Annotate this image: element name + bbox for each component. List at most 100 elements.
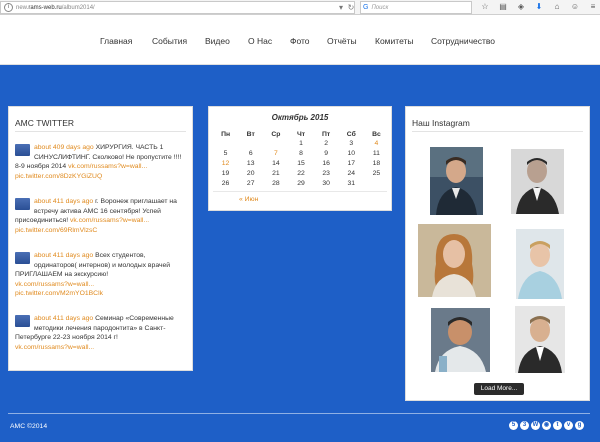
calendar-week: 12 13 14 15 16 17 18 — [213, 159, 389, 169]
footer-icons: 5 3 W ◉ t v g — [509, 421, 584, 430]
calendar-day: 23 — [322, 169, 330, 177]
calendar-day: 15 — [297, 159, 305, 167]
man-portrait-photo — [431, 308, 490, 372]
nav-item-reports[interactable]: Отчёты — [327, 36, 357, 46]
calendar-day: 17 — [347, 159, 356, 167]
calendar-day: 18 — [372, 159, 381, 167]
calendar-day: 22 — [297, 169, 305, 177]
load-more-button[interactable]: Load More... — [474, 383, 524, 395]
search-engine-icon: G — [363, 4, 369, 11]
g-icon[interactable]: g — [575, 421, 584, 430]
calendar-day: 13 — [246, 159, 255, 167]
calendar-day: 10 — [347, 150, 356, 158]
calendar-week: 26 27 28 29 30 31 — [213, 178, 389, 188]
calendar-day: 8 — [299, 150, 303, 158]
calendar-day: 11 — [372, 150, 380, 158]
css3-icon[interactable]: 3 — [520, 421, 529, 430]
calendar-day: 26 — [221, 179, 230, 187]
download-icon[interactable]: ⬇ — [534, 2, 544, 12]
tweet-link[interactable]: vk.com/russams?w=wall... — [15, 281, 94, 288]
nav-item-events[interactable]: События — [152, 36, 187, 46]
divider — [15, 131, 186, 132]
tweet-item: about 411 days ago Семинар «Современные … — [15, 314, 187, 352]
calendar-weekday: Пн — [221, 130, 231, 138]
twitter-avatar — [15, 198, 30, 210]
instagram-photo[interactable] — [418, 224, 491, 297]
calendar-day: 27 — [246, 179, 255, 187]
doctor-portrait-photo — [516, 229, 564, 299]
tweet-time-link[interactable]: about 411 days ago — [34, 198, 93, 205]
twitter-avatar — [15, 252, 30, 264]
instagram-photo[interactable] — [515, 306, 565, 373]
footer-divider — [8, 413, 590, 414]
pocket-icon[interactable]: ◈ — [516, 2, 526, 12]
calendar-day: 1 — [299, 140, 303, 148]
star-icon[interactable]: ☆ — [480, 2, 490, 12]
instagram-widget-title: Наш Instagram — [412, 118, 470, 128]
calendar-day: 6 — [248, 150, 253, 158]
browser-toolbar: i new.rams-web.ru/album2014/ ▾ ↻ G Поиск… — [0, 0, 600, 15]
calendar-day: 2 — [324, 140, 329, 148]
search-bar[interactable]: G Поиск — [360, 1, 472, 14]
dropdown-arrow-icon[interactable]: ▾ — [336, 3, 346, 13]
chat-icon[interactable]: ☺ — [570, 2, 580, 12]
twitter-avatar — [15, 144, 30, 156]
calendar-day[interactable]: 12 — [213, 159, 238, 169]
calendar-day: 21 — [272, 169, 280, 177]
html5-icon[interactable]: 5 — [509, 421, 518, 430]
calendar-weekday: Вс — [372, 130, 381, 138]
nav-item-committees[interactable]: Комитеты — [375, 36, 414, 46]
globe-icon: i — [4, 3, 13, 12]
instagram-photo[interactable] — [431, 308, 490, 372]
instagram-photo[interactable] — [511, 149, 564, 214]
calendar-day: 25 — [372, 169, 381, 177]
nav-item-cooperation[interactable]: Сотрудничество — [431, 36, 495, 46]
tweet-time-link[interactable]: about 411 days ago — [34, 252, 93, 259]
calendar-week: 1 2 3 4 — [213, 139, 389, 149]
url-bar[interactable]: i new.rams-web.ru/album2014/ ▾ ↻ — [0, 1, 355, 14]
tweet-link[interactable]: vk.com/russams?w=wall... — [70, 217, 149, 224]
calendar-day: 29 — [297, 179, 305, 187]
wordpress-icon[interactable]: W — [531, 421, 540, 430]
calendar-day: 19 — [221, 169, 230, 177]
nav-item-video[interactable]: Видео — [205, 36, 230, 46]
tweet-pic-link[interactable]: pic.twitter.com/8DzKYGiZUQ — [15, 173, 102, 180]
calendar-week: 19 20 21 22 23 24 25 — [213, 168, 389, 178]
twitter-widget-title: АМС TWITTER — [15, 118, 75, 128]
tweet-link[interactable]: vk.com/russams?w=wall... — [15, 344, 94, 351]
home-icon[interactable]: ⌂ — [552, 2, 562, 12]
instagram-photo[interactable] — [516, 229, 564, 299]
tweet-link[interactable]: vk.com/russams?w=wall... — [68, 163, 147, 170]
calendar-day: 5 — [223, 150, 228, 158]
calendar-day: 9 — [324, 150, 329, 158]
nav-item-photo[interactable]: Фото — [290, 36, 310, 46]
nav-item-home[interactable]: Главная — [100, 36, 132, 46]
calendar-weekday: Вт — [246, 130, 255, 138]
tweet-time-link[interactable]: about 409 days ago — [34, 144, 94, 151]
tweet-item: about 411 days ago г. Воронеж приглашает… — [15, 197, 187, 235]
reload-icon[interactable]: ↻ — [346, 3, 356, 13]
clipboard-icon[interactable]: ▤ — [498, 2, 508, 12]
calendar-day: 30 — [322, 179, 330, 187]
footer-copyright: АМС ©2014 — [10, 423, 48, 430]
calendar-title: Октябрь 2015 — [271, 113, 329, 122]
calendar-day[interactable]: 7 — [263, 149, 288, 159]
calendar-day[interactable]: 4 — [364, 139, 389, 149]
nav-item-about[interactable]: О Нас — [248, 36, 272, 46]
calendar-week: 5 6 7 8 9 10 11 — [213, 149, 389, 159]
tweet-pic-link[interactable]: pic.twitter.com/M2mYO1BClk — [15, 290, 103, 297]
vk-icon[interactable]: v — [564, 421, 573, 430]
twitter-icon[interactable]: t — [553, 421, 562, 430]
calendar-prev-link[interactable]: « Июн — [239, 196, 258, 203]
rss-icon[interactable]: ◉ — [542, 421, 551, 430]
tweet-time-link[interactable]: about 411 days ago — [34, 315, 93, 322]
instagram-widget: Наш Instagram Load More... — [405, 106, 590, 401]
calendar-day — [263, 139, 288, 149]
woman-portrait-photo — [418, 224, 491, 297]
calendar-weekday: Ср — [271, 130, 281, 138]
tweet-item: about 411 days ago Всех студентов, ордин… — [15, 251, 187, 299]
tweet-pic-link[interactable]: pic.twitter.com/69RlmVlzsC — [15, 227, 97, 234]
search-input[interactable]: Поиск — [371, 5, 388, 11]
menu-icon[interactable]: ≡ — [588, 2, 598, 12]
instagram-photo[interactable] — [430, 147, 483, 215]
